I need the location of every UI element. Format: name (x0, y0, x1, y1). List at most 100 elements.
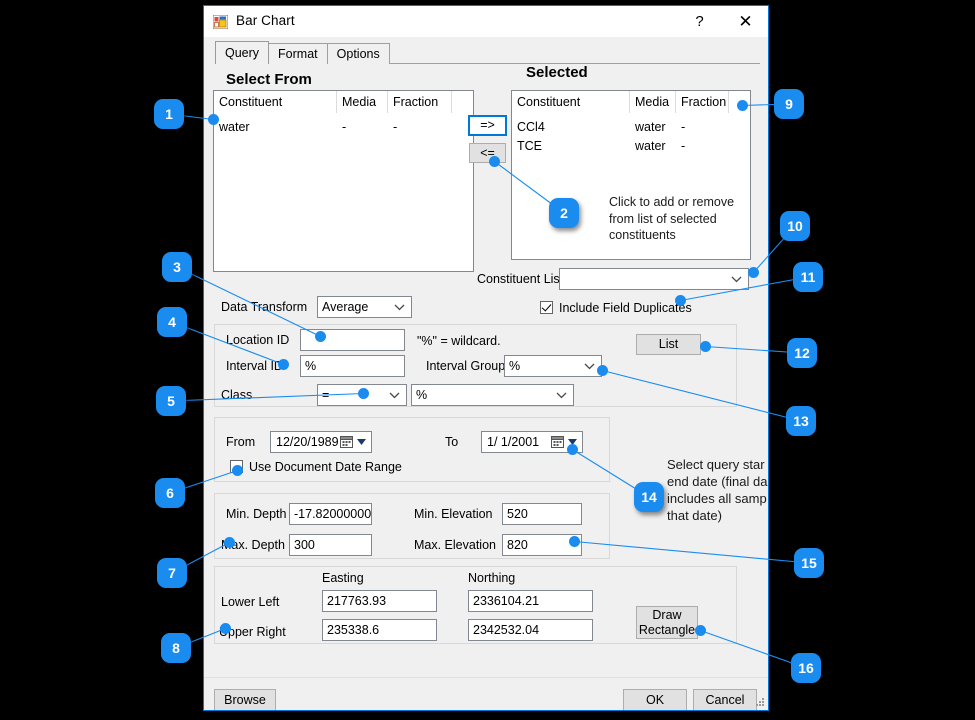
upper-right-easting-input[interactable]: 235338.6 (322, 619, 437, 641)
callout-badge-7: 7 (157, 558, 187, 588)
location-id-input[interactable] (300, 329, 405, 351)
selected-constituents-list[interactable]: Constituent Media Fraction CCl4 water - … (511, 90, 751, 260)
chevron-down-icon (556, 385, 567, 405)
list-button[interactable]: List (636, 334, 701, 355)
class-pattern-combo[interactable]: % (411, 384, 574, 406)
bar-chart-dialog: Bar Chart ? ✕ Query Format Options Selec… (203, 5, 769, 711)
tab-query[interactable]: Query (215, 41, 270, 64)
column-constituent[interactable]: Constituent (214, 91, 337, 113)
northing-header: Northing (468, 571, 516, 585)
min-elevation-input[interactable]: 520 (502, 503, 582, 525)
callout-badge-3: 3 (162, 252, 192, 282)
callout-badge-10: 10 (780, 211, 810, 241)
date-range-help-text: Select query star end date (final da inc… (667, 457, 768, 523)
interval-group-combo[interactable]: % (504, 355, 602, 377)
location-id-label: Location ID (226, 333, 290, 347)
cell-fraction: - (393, 120, 398, 134)
lower-left-northing-input[interactable]: 2336104.21 (468, 590, 593, 612)
use-document-date-range-label[interactable]: Use Document Date Range (249, 460, 402, 474)
callout-badge-15: 15 (794, 548, 824, 578)
use-document-date-range-checkbox[interactable] (230, 460, 243, 473)
add-constituent-button[interactable]: => (468, 115, 507, 136)
cell-fraction: - (681, 139, 686, 153)
include-field-duplicates-label[interactable]: Include Field Duplicates (559, 301, 692, 315)
max-depth-label: Max. Depth (221, 538, 285, 552)
chevron-down-icon (731, 269, 742, 289)
interval-group-value: % (509, 359, 521, 373)
available-list-header: Constituent Media Fraction (214, 91, 473, 113)
title-bar: Bar Chart ? ✕ (204, 6, 768, 37)
chevron-down-icon (584, 356, 595, 376)
column-fraction[interactable]: Fraction (676, 91, 729, 113)
callout-badge-4: 4 (157, 307, 187, 337)
wildcard-hint: "%" = wildcard. (417, 334, 501, 348)
tab-strip: Query Format Options (204, 37, 768, 64)
data-transform-label: Data Transform (221, 300, 308, 314)
class-operator-combo[interactable]: = (317, 384, 407, 406)
lower-left-label: Lower Left (221, 595, 280, 609)
column-constituent[interactable]: Constituent (512, 91, 630, 113)
class-operator-value: = (322, 388, 330, 402)
table-row[interactable]: CCl4 water - (512, 118, 750, 136)
selected-title: Selected (526, 64, 588, 81)
bar-chart-icon (213, 15, 228, 29)
from-date-value: 12/20/1989 (276, 435, 339, 449)
chevron-down-icon[interactable] (357, 432, 366, 452)
class-label: Class (221, 388, 253, 402)
callout-badge-5: 5 (156, 386, 186, 416)
selected-list-header: Constituent Media Fraction (512, 91, 750, 113)
callout-badge-12: 12 (787, 338, 817, 368)
column-spacer (452, 91, 475, 113)
tab-format[interactable]: Format (268, 43, 328, 64)
browse-button[interactable]: Browse (214, 689, 276, 710)
callout-badge-1: 1 (154, 99, 184, 129)
column-media[interactable]: Media (337, 91, 388, 113)
constituent-list-combo[interactable] (559, 268, 749, 290)
ok-button[interactable]: OK (623, 689, 687, 710)
easting-header: Easting (322, 571, 364, 585)
data-transform-combo[interactable]: Average (317, 296, 412, 318)
chevron-down-icon[interactable] (568, 432, 577, 452)
max-depth-input[interactable]: 300 (289, 534, 372, 556)
close-button[interactable]: ✕ (723, 6, 768, 37)
lower-left-easting-input[interactable]: 217763.93 (322, 590, 437, 612)
draw-rectangle-button[interactable]: Draw Rectangle (636, 606, 698, 639)
constituent-list-label: Constituent List (477, 272, 564, 286)
interval-id-input[interactable]: % (300, 355, 405, 377)
table-row[interactable]: water - - (214, 118, 473, 136)
cancel-button[interactable]: Cancel (693, 689, 757, 710)
help-button[interactable]: ? (677, 6, 722, 37)
min-depth-label: Min. Depth (226, 507, 287, 521)
callout-badge-16: 16 (791, 653, 821, 683)
cell-media: - (342, 120, 347, 134)
include-field-duplicates-checkbox[interactable] (540, 301, 553, 314)
callout-badge-11: 11 (793, 262, 823, 292)
from-date-picker[interactable]: 12/20/1989 (270, 431, 372, 453)
min-elevation-label: Min. Elevation (414, 507, 493, 521)
to-date-picker[interactable]: 1/ 1/2001 (481, 431, 583, 453)
column-fraction[interactable]: Fraction (388, 91, 452, 113)
callout-badge-9: 9 (774, 89, 804, 119)
column-spacer (729, 91, 752, 113)
min-depth-input[interactable]: -17.8200000001 (289, 503, 372, 525)
resize-grip-icon[interactable] (755, 697, 765, 707)
remove-constituent-button[interactable]: <= (469, 143, 506, 163)
callout-badge-6: 6 (155, 478, 185, 508)
to-date-value: 1/ 1/2001 (487, 435, 540, 449)
screen: Bar Chart ? ✕ Query Format Options Selec… (0, 0, 975, 720)
max-elevation-input[interactable]: 820 (502, 534, 582, 556)
max-elevation-label: Max. Elevation (414, 538, 496, 552)
tab-options[interactable]: Options (326, 43, 390, 64)
table-row[interactable]: TCE water - (512, 137, 750, 155)
cell-media: water (635, 120, 666, 134)
from-label: From (226, 435, 256, 449)
available-constituents-list[interactable]: Constituent Media Fraction water - - (213, 90, 474, 272)
upper-right-northing-input[interactable]: 2342532.04 (468, 619, 593, 641)
class-pattern-value: % (416, 388, 428, 402)
cell-constituent: water (219, 120, 250, 134)
column-media[interactable]: Media (630, 91, 676, 113)
select-from-title: Select From (226, 71, 312, 88)
to-label: To (445, 435, 459, 449)
cell-media: water (635, 139, 666, 153)
cell-constituent: TCE (517, 139, 542, 153)
